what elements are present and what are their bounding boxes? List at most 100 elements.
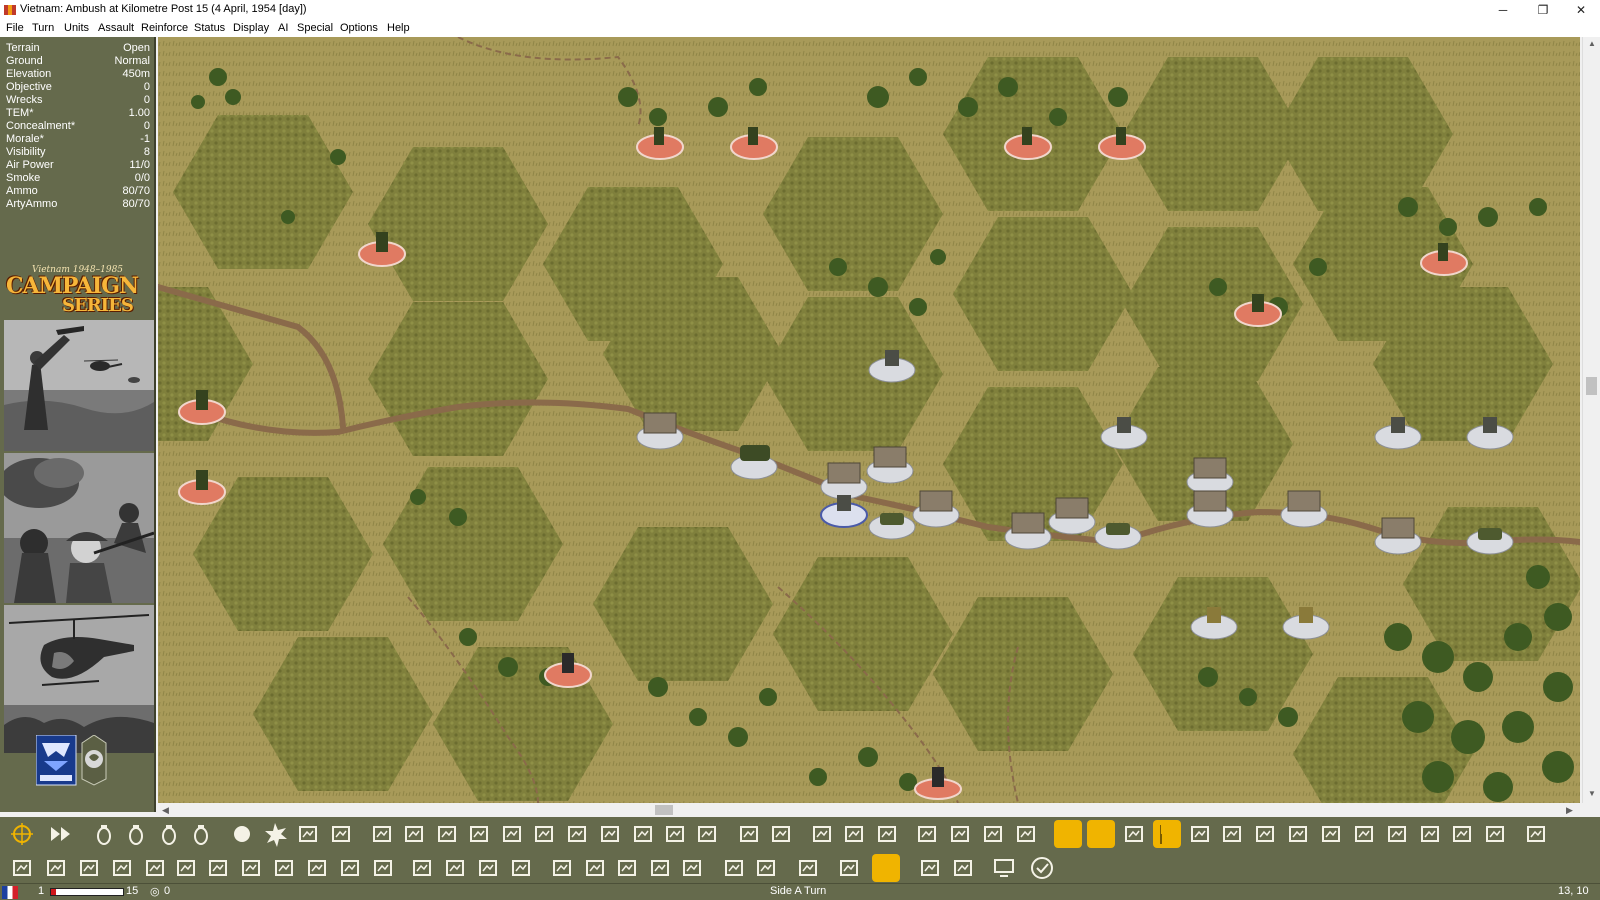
rifle-tool-button[interactable]	[204, 854, 232, 882]
oval-tool-button[interactable]	[1087, 820, 1115, 848]
hand-grenade-tool-button[interactable]	[155, 820, 183, 848]
friendly-truck[interactable]	[820, 462, 868, 500]
menu-turn[interactable]: Turn	[32, 22, 54, 34]
scissors-tool-button[interactable]	[327, 820, 355, 848]
friendly-truck[interactable]	[636, 412, 684, 450]
arrow-right-box-tool-button[interactable]	[752, 854, 780, 882]
friendly-truck[interactable]	[912, 490, 960, 528]
hexes-tool-button[interactable]	[1416, 820, 1444, 848]
report-tool-button[interactable]	[949, 854, 977, 882]
scroll-right-button[interactable]: ▶	[1566, 803, 1573, 817]
star-tool-button[interactable]	[1284, 820, 1312, 848]
dismount-tool-button[interactable]	[913, 820, 941, 848]
target-tool-button[interactable]	[8, 820, 36, 848]
friendly-truck[interactable]	[1280, 490, 1328, 528]
minimize-button[interactable]: ─	[1486, 0, 1520, 20]
bunker-tool-button[interactable]	[530, 820, 558, 848]
wrench-tool-button[interactable]	[400, 820, 428, 848]
friendly-truck[interactable]	[1004, 512, 1052, 550]
magnify-tool-button[interactable]	[835, 854, 863, 882]
plus-box-tool-button[interactable]	[646, 854, 674, 882]
check-tool-button[interactable]	[1028, 854, 1056, 882]
unit-group-tool-button[interactable]	[946, 820, 974, 848]
compass-tool-button[interactable]	[1383, 820, 1411, 848]
menu-help[interactable]: Help	[387, 22, 410, 34]
picture-tool-button[interactable]	[1522, 820, 1550, 848]
mine-tool-button[interactable]	[441, 854, 469, 882]
aircraft-tool-button[interactable]	[465, 820, 493, 848]
mine-tool-button[interactable]	[507, 854, 535, 882]
hand-grenade-tool-button[interactable]	[122, 820, 150, 848]
building-tool-button[interactable]	[563, 820, 591, 848]
friendly-truck[interactable]	[1186, 457, 1234, 495]
crossed-tools-tool-button[interactable]	[1218, 820, 1246, 848]
artillery-tool-button[interactable]	[270, 854, 298, 882]
truck-tool-button[interactable]	[1012, 820, 1040, 848]
hq-label-tool-button[interactable]	[336, 854, 364, 882]
flag-tool-button[interactable]	[1153, 820, 1181, 848]
rifle-tool-button[interactable]	[629, 820, 657, 848]
hq-tool-button[interactable]	[303, 854, 331, 882]
flag-outline-tool-button[interactable]	[1120, 820, 1148, 848]
report-tool-button[interactable]	[1481, 820, 1509, 848]
map-vertical-scrollbar[interactable]: ▲ ▼	[1582, 37, 1600, 803]
mortar-tool-button[interactable]	[237, 854, 265, 882]
coin-tool-button[interactable]	[872, 854, 900, 882]
mine-tool-button[interactable]	[408, 854, 436, 882]
airstrike-tool-button[interactable]	[808, 820, 836, 848]
terrain-tool-button[interactable]	[42, 854, 70, 882]
battle-map[interactable]	[158, 37, 1580, 803]
mount-tool-button[interactable]	[873, 820, 901, 848]
computer-tool-button[interactable]	[990, 854, 1018, 882]
menu-file[interactable]: File	[6, 22, 24, 34]
mine-tool-button[interactable]	[474, 854, 502, 882]
gun-tool-button[interactable]	[979, 820, 1007, 848]
bunker-tool-button[interactable]	[498, 820, 526, 848]
menu-display[interactable]: Display	[233, 22, 269, 34]
move-tool-button[interactable]	[8, 854, 36, 882]
ladder-tool-button[interactable]	[596, 820, 624, 848]
friendly-truck[interactable]	[1186, 490, 1234, 528]
smoke-tool-button[interactable]	[228, 820, 256, 848]
mail-tool-button[interactable]	[916, 854, 944, 882]
chart-tool-button[interactable]	[433, 820, 461, 848]
explosion-tool-button[interactable]	[261, 820, 289, 848]
fire-tool-button[interactable]	[141, 854, 169, 882]
friendly-truck[interactable]	[866, 446, 914, 484]
hand-grenade-tool-button[interactable]	[90, 820, 118, 848]
friendly-truck[interactable]	[1048, 497, 1096, 535]
menu-units[interactable]: Units	[64, 22, 89, 34]
document-tool-button[interactable]	[613, 854, 641, 882]
building-tool-button[interactable]	[75, 854, 103, 882]
hierarchy-tool-button[interactable]	[794, 854, 822, 882]
menu-special[interactable]: Special	[297, 22, 333, 34]
map-tool-button[interactable]	[1186, 820, 1214, 848]
horizontal-scroll-thumb[interactable]	[655, 805, 673, 815]
org-chart-tool-button[interactable]	[369, 854, 397, 882]
scroll-down-button[interactable]: ▼	[1583, 789, 1600, 798]
scroll-left-button[interactable]: ◀	[162, 803, 169, 817]
vertical-scroll-thumb[interactable]	[1586, 377, 1597, 395]
fast-forward-tool-button[interactable]	[47, 820, 75, 848]
helicopter-tool-button[interactable]	[767, 820, 795, 848]
map-tool-button[interactable]	[1350, 820, 1378, 848]
rotate-tool-button[interactable]	[1448, 820, 1476, 848]
vehicle-tool-button[interactable]	[368, 820, 396, 848]
truck-tool-button[interactable]	[172, 854, 200, 882]
arrow-left-box-tool-button[interactable]	[720, 854, 748, 882]
map-horizontal-scrollbar[interactable]: ◀ ▶	[158, 803, 1582, 817]
close-button[interactable]: ✕	[1564, 0, 1598, 20]
map-tool-button[interactable]	[1317, 820, 1345, 848]
mine-clear-tool-button[interactable]	[548, 854, 576, 882]
menu-options[interactable]: Options	[340, 22, 378, 34]
hand-grenade-tool-button[interactable]	[187, 820, 215, 848]
fort-tool-button[interactable]	[108, 854, 136, 882]
speedometer-tool-button[interactable]	[1054, 820, 1082, 848]
mine-clear-tool-button[interactable]	[581, 854, 609, 882]
copy-tool-button[interactable]	[678, 854, 706, 882]
shovel-tool-button[interactable]	[693, 820, 721, 848]
rifle-tool-button[interactable]	[661, 820, 689, 848]
menu-reinforce[interactable]: Reinforce	[141, 22, 188, 34]
maximize-button[interactable]: ❐	[1526, 0, 1560, 20]
group-tool-button[interactable]	[1251, 820, 1279, 848]
